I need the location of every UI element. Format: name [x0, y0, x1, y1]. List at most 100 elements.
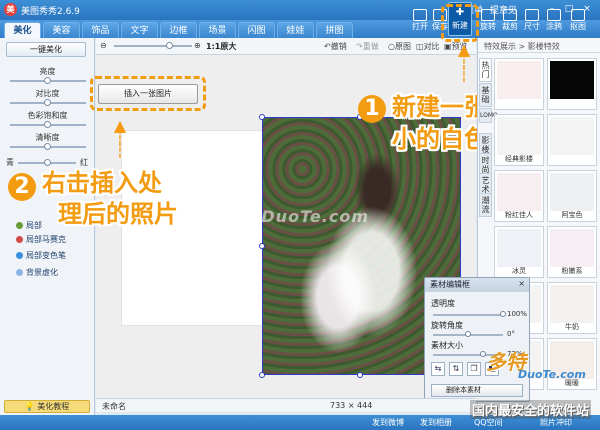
folder-icon	[413, 9, 427, 21]
tab-collage[interactable]: 拼图	[316, 22, 353, 38]
tab-scene[interactable]: 场景	[199, 22, 236, 38]
flip-vertical-icon[interactable]: ⇅	[449, 362, 463, 376]
crop-icon	[503, 9, 517, 21]
zoom-level[interactable]: 1:1原大	[206, 41, 236, 52]
effect-caption: 牛奶	[565, 323, 579, 331]
undo-icon: ↶	[324, 42, 331, 51]
duote-banner-watermark: 国内最安全的软件站	[470, 400, 592, 419]
cutout-button[interactable]: 抠图	[566, 3, 590, 37]
effect-caption: 粉红佳人	[505, 211, 533, 219]
effect-thumbnail[interactable]	[494, 58, 544, 110]
tab-frame[interactable]: 边框	[160, 22, 197, 38]
effect-thumbnail[interactable]	[547, 114, 597, 166]
vtab-hot[interactable]: 热门	[479, 58, 492, 82]
step-1-badge: 1	[358, 95, 386, 123]
original-icon: ○	[388, 42, 395, 51]
zoom-out-icon[interactable]: ⊖	[100, 41, 107, 50]
vtab-trend[interactable]: 潮流	[479, 193, 492, 217]
compare-icon: ◫	[416, 42, 424, 51]
rotate-label: 旋转角度	[431, 321, 463, 330]
image-dimensions: 733 × 444	[330, 401, 373, 410]
effect-thumbnail[interactable]	[547, 58, 597, 110]
redo-icon: ↷	[356, 42, 363, 51]
effect-thumbnail[interactable]: 经典影楼	[494, 114, 544, 166]
sharpness-label: 清晰度	[35, 133, 60, 142]
rotate-knob[interactable]	[465, 331, 471, 337]
doodle-button[interactable]: 涂鸦	[542, 3, 566, 37]
mosaic-icon	[16, 236, 23, 243]
share-weibo-button[interactable]: 发到微博	[372, 417, 404, 428]
contrast-knob[interactable]	[44, 99, 51, 106]
effect-preview	[550, 61, 594, 99]
effect-caption: 阿宝色	[561, 211, 583, 219]
brightness-label: 亮度	[39, 67, 56, 76]
effect-thumbnail[interactable]: 牛奶	[547, 282, 597, 334]
size-label: 素材大小	[431, 341, 463, 350]
blur-icon	[16, 269, 23, 276]
tool-mosaic[interactable]: 局部马赛克	[16, 234, 66, 245]
step-2-line-2: 理后的照片	[58, 200, 178, 228]
status-bar: 未命名 733 × 444	[96, 398, 476, 412]
brightness-knob[interactable]	[44, 77, 51, 84]
saturation-knob[interactable]	[44, 121, 51, 128]
resize-handle-l[interactable]	[259, 243, 265, 249]
resize-handle-b[interactable]	[357, 372, 363, 378]
tool-bg-blur[interactable]: 背景虚化	[16, 267, 58, 278]
effect-preview	[550, 117, 594, 155]
effect-caption: 冰灵	[512, 267, 526, 275]
crop-button[interactable]: 裁剪	[498, 3, 522, 37]
opacity-slider[interactable]	[433, 314, 503, 316]
opacity-knob[interactable]	[500, 311, 506, 317]
original-button[interactable]: ○原图	[388, 41, 411, 52]
delete-material-button[interactable]: 删除本素材	[431, 384, 523, 397]
share-album-button[interactable]: 发到相册	[420, 417, 452, 428]
effect-thumbnail[interactable]: 暖暖	[547, 338, 597, 390]
tool-local[interactable]: 局部	[16, 220, 42, 231]
saturation-label: 色彩饱和度	[27, 111, 68, 120]
rotate-button[interactable]: 旋转	[476, 3, 500, 37]
red-label: 红	[80, 158, 88, 167]
tab-accessories[interactable]: 饰品	[82, 22, 119, 38]
effect-preview	[497, 117, 541, 155]
resize-handle-bl[interactable]	[259, 372, 265, 378]
tab-doll[interactable]: 娃娃	[277, 22, 314, 38]
tab-beauty[interactable]: 美容	[43, 22, 80, 38]
effect-thumbnail[interactable]: 粉红佳人	[494, 170, 544, 222]
scissors-icon	[571, 9, 585, 21]
rotate-icon	[481, 9, 495, 21]
sharpness-knob[interactable]	[44, 143, 51, 150]
brush-icon	[547, 9, 561, 21]
vtab-basic[interactable]: 基础	[479, 83, 492, 107]
color-temp-knob[interactable]	[44, 159, 51, 166]
undo-button[interactable]: ↶撤销	[324, 41, 347, 52]
canvas-toolbar: ⊖ ⊕ 1:1原大 ↶撤销 ↷重做 ○原图 ◫对比 ▣预览	[96, 38, 476, 55]
effect-thumbnail[interactable]: 冰灵	[494, 226, 544, 278]
zoom-in-icon[interactable]: ⊕	[194, 41, 201, 50]
tutorial-button[interactable]: 💡 美化教程	[4, 400, 90, 413]
close-icon-editor[interactable]: ×	[518, 279, 525, 288]
resize-icon	[525, 9, 539, 21]
app-logo-icon: 美	[4, 3, 17, 16]
resize-button[interactable]: 尺寸	[520, 3, 544, 37]
copy-icon[interactable]: ❐	[467, 362, 481, 376]
effect-preview	[497, 61, 541, 99]
tool-color-pen[interactable]: 局部变色笔	[16, 250, 66, 261]
zoom-knob[interactable]	[166, 42, 173, 49]
tab-text[interactable]: 文字	[121, 22, 158, 38]
zoom-slider[interactable]	[114, 45, 192, 47]
vtab-lomo[interactable]: LOMO	[479, 108, 498, 123]
resize-handle-tl[interactable]	[259, 114, 265, 120]
arrow-up-icon-2: ▲ ┆ ┆	[113, 116, 127, 159]
opacity-value: 100%	[507, 310, 528, 318]
tab-beautify[interactable]: 美化	[4, 22, 41, 38]
step-2-badge: 2	[8, 173, 36, 201]
compare-button[interactable]: ◫对比	[416, 41, 440, 52]
redo-button[interactable]: ↷重做	[356, 41, 379, 52]
flip-horizontal-icon[interactable]: ⇆	[431, 362, 445, 376]
effect-thumbnail[interactable]: 阿宝色	[547, 170, 597, 222]
contrast-label: 对比度	[35, 89, 60, 98]
preview-icon: ▣	[444, 42, 452, 51]
effect-thumbnail[interactable]: 粉嫩系	[547, 226, 597, 278]
onekey-beautify-button[interactable]: 一键美化	[6, 42, 86, 57]
tab-flash[interactable]: 闪图	[238, 22, 275, 38]
